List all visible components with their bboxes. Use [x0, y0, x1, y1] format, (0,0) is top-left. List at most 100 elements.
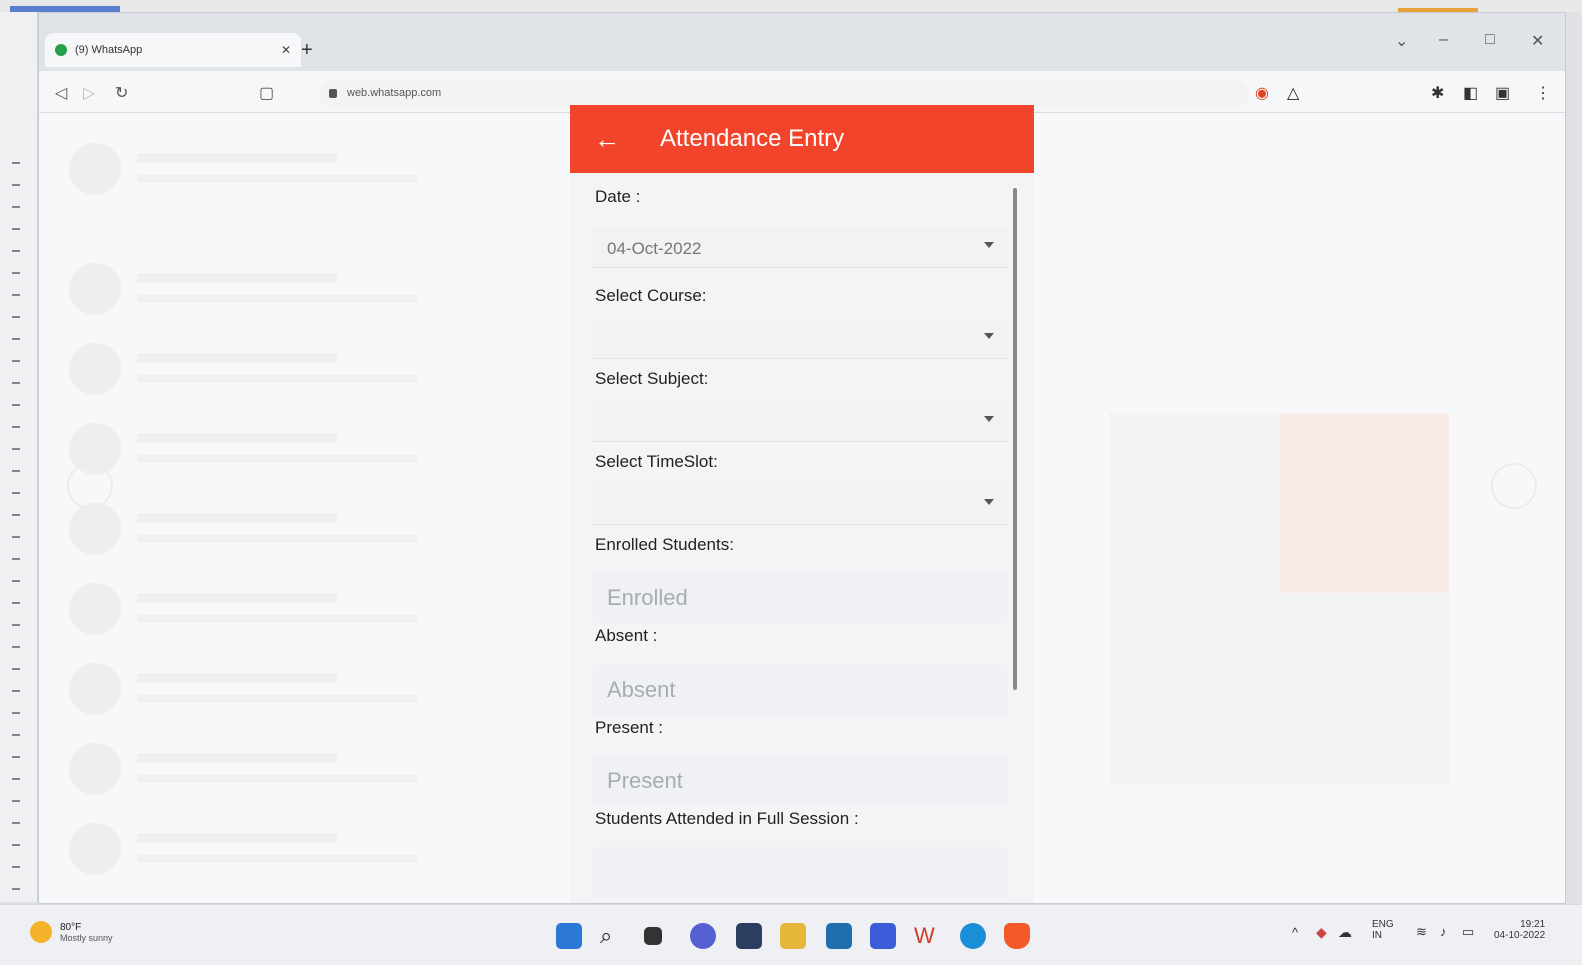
full-session-input[interactable] [592, 847, 1008, 897]
absent-input[interactable] [592, 665, 1008, 715]
chat-row [69, 143, 509, 201]
chat-row [69, 343, 509, 401]
url-text: web.whatsapp.com [347, 87, 442, 99]
ruler-tick [12, 558, 20, 560]
lang-top: ENG [1372, 919, 1394, 930]
ruler-tick [12, 844, 20, 846]
store-icon[interactable] [826, 923, 852, 949]
chat-row [69, 263, 509, 321]
sidebar-icon[interactable]: ◧ [1463, 83, 1478, 103]
wps-icon[interactable]: W [914, 923, 940, 949]
timeslot-select[interactable] [592, 485, 1008, 525]
widgets-icon[interactable] [736, 923, 762, 949]
present-input[interactable] [592, 756, 1008, 806]
bookmark-icon[interactable]: ▢ [259, 83, 274, 103]
chevron-down-icon[interactable]: ⌄ [1395, 31, 1408, 51]
start-icon[interactable] [556, 923, 582, 949]
rewards-icon[interactable]: △ [1287, 83, 1299, 103]
windows-taskbar: 80°F Mostly sunny ⌕ W ^ ◆ ☁ ENG IN ≋ ♪ ▭… [0, 904, 1582, 965]
left-ruler [0, 12, 38, 902]
media-preview [1109, 413, 1449, 783]
tab-title: (9) WhatsApp [75, 44, 143, 56]
language-indicator[interactable]: ENG IN [1372, 919, 1394, 941]
ruler-tick [12, 294, 20, 296]
ruler-tick [12, 866, 20, 868]
back-icon[interactable]: ◁ [55, 83, 67, 103]
chat-icon[interactable] [690, 923, 716, 949]
ruler-tick [12, 822, 20, 824]
date-value: 04-Oct-2022 [607, 239, 702, 258]
course-label: Select Course: [595, 286, 707, 305]
dropdown-caret-icon [984, 333, 994, 339]
ruler-tick [12, 338, 20, 340]
ruler-tick [12, 360, 20, 362]
weather-temp: 80°F [60, 921, 82, 933]
wallet-icon[interactable]: ▣ [1495, 83, 1510, 103]
ruler-tick [12, 602, 20, 604]
ruler-tick [12, 888, 20, 890]
attendance-form: Date : 04-Oct-2022 Select Course: Select… [570, 173, 1034, 903]
absent-label: Absent : [595, 626, 658, 645]
ruler-tick [12, 162, 20, 164]
ruler-tick [12, 756, 20, 758]
subject-label: Select Subject: [595, 369, 709, 388]
chat-row [69, 663, 509, 721]
file-explorer-icon[interactable] [780, 923, 806, 949]
ruler-tick [12, 778, 20, 780]
volume-icon[interactable]: ♪ [1440, 924, 1447, 939]
extensions-icon[interactable]: ✱ [1431, 83, 1444, 103]
tray-cloud-icon[interactable]: ☁ [1338, 924, 1352, 941]
reload-icon[interactable]: ↻ [115, 83, 128, 103]
new-tab-button[interactable]: + [301, 39, 313, 62]
close-window-button[interactable]: ✕ [1531, 31, 1544, 51]
date-select[interactable]: 04-Oct-2022 [592, 228, 1008, 268]
timeslot-label: Select TimeSlot: [595, 452, 718, 471]
ruler-tick [12, 690, 20, 692]
enrolled-label: Enrolled Students: [595, 535, 734, 554]
tab-bar: (9) WhatsApp ✕ + ⌄ – □ ✕ [39, 13, 1565, 71]
edge-icon[interactable] [960, 923, 986, 949]
time: 19:21 [1520, 919, 1546, 930]
weather-text: Mostly sunny [60, 932, 113, 943]
address-bar[interactable]: web.whatsapp.com [319, 79, 1249, 107]
chat-row [69, 423, 509, 481]
date-label: Date : [595, 187, 641, 206]
chat-row [69, 823, 509, 881]
enrolled-input[interactable] [592, 573, 1008, 623]
search-icon[interactable]: ⌕ [600, 923, 626, 949]
tray-app-icon[interactable]: ◆ [1316, 924, 1327, 941]
ruler-tick [12, 734, 20, 736]
ruler-tick [12, 470, 20, 472]
ruler-tick [12, 668, 20, 670]
app-icon[interactable] [870, 923, 896, 949]
forward-icon[interactable]: ▷ [83, 83, 95, 103]
ruler-tick [12, 712, 20, 714]
menu-icon[interactable]: ⋮ [1535, 83, 1551, 103]
ruler-tick [12, 580, 20, 582]
minimize-button[interactable]: – [1439, 31, 1448, 49]
battery-icon[interactable]: ▭ [1462, 924, 1474, 940]
ruler-tick [12, 514, 20, 516]
brave-icon[interactable] [1004, 923, 1030, 949]
next-icon [1491, 463, 1537, 509]
tab-whatsapp[interactable]: (9) WhatsApp ✕ [45, 33, 301, 67]
whatsapp-icon [55, 44, 67, 56]
maximize-button[interactable]: □ [1485, 31, 1495, 49]
form-scrollbar[interactable] [1013, 188, 1017, 690]
close-tab-icon[interactable]: ✕ [281, 43, 291, 57]
brave-shield-icon[interactable]: ◉ [1255, 83, 1269, 103]
task-view-icon[interactable] [644, 927, 662, 945]
ruler-tick [12, 184, 20, 186]
clock[interactable]: 19:21 04-10-2022 [1494, 919, 1545, 941]
dropdown-caret-icon [984, 242, 994, 248]
chevron-up-icon[interactable]: ^ [1292, 925, 1298, 940]
ruler-tick [12, 448, 20, 450]
subject-select[interactable] [592, 402, 1008, 442]
course-select[interactable] [592, 319, 1008, 359]
wifi-icon[interactable]: ≋ [1416, 924, 1427, 940]
attendance-header: ← Attendance Entry [570, 105, 1034, 173]
back-arrow-icon[interactable]: ← [594, 126, 620, 152]
dropdown-caret-icon [984, 499, 994, 505]
dropdown-caret-icon [984, 416, 994, 422]
weather-widget[interactable]: 80°F Mostly sunny [30, 921, 113, 943]
